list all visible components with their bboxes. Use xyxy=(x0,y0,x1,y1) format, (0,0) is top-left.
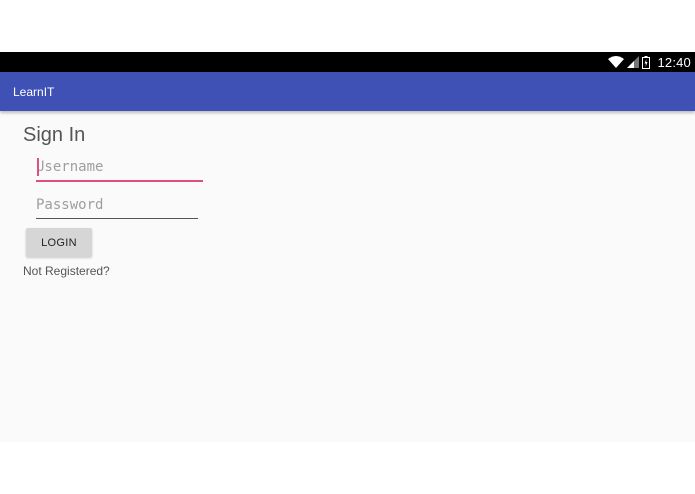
app-bar: LearnIT xyxy=(0,72,695,111)
status-icons: 12:40 xyxy=(608,52,691,72)
app-title: LearnIT xyxy=(13,85,55,99)
username-placeholder: Username xyxy=(36,159,104,175)
text-cursor xyxy=(37,158,39,176)
signal-icon xyxy=(627,56,640,68)
password-placeholder: Password xyxy=(36,197,104,213)
page-title: Sign In xyxy=(23,124,86,146)
app-screen: 12:40 LearnIT Sign In Username Password … xyxy=(0,52,695,442)
status-bar: 12:40 xyxy=(0,52,695,72)
status-time: 12:40 xyxy=(657,54,691,70)
wifi-icon xyxy=(608,56,625,68)
login-button[interactable]: LOGIN xyxy=(26,228,92,257)
password-input[interactable]: Password xyxy=(36,196,198,219)
username-input[interactable]: Username xyxy=(36,158,203,182)
register-link[interactable]: Not Registered? xyxy=(23,264,110,278)
battery-icon xyxy=(642,55,651,69)
sign-in-form: Sign In Username Password LOGIN Not Regi… xyxy=(0,111,695,442)
